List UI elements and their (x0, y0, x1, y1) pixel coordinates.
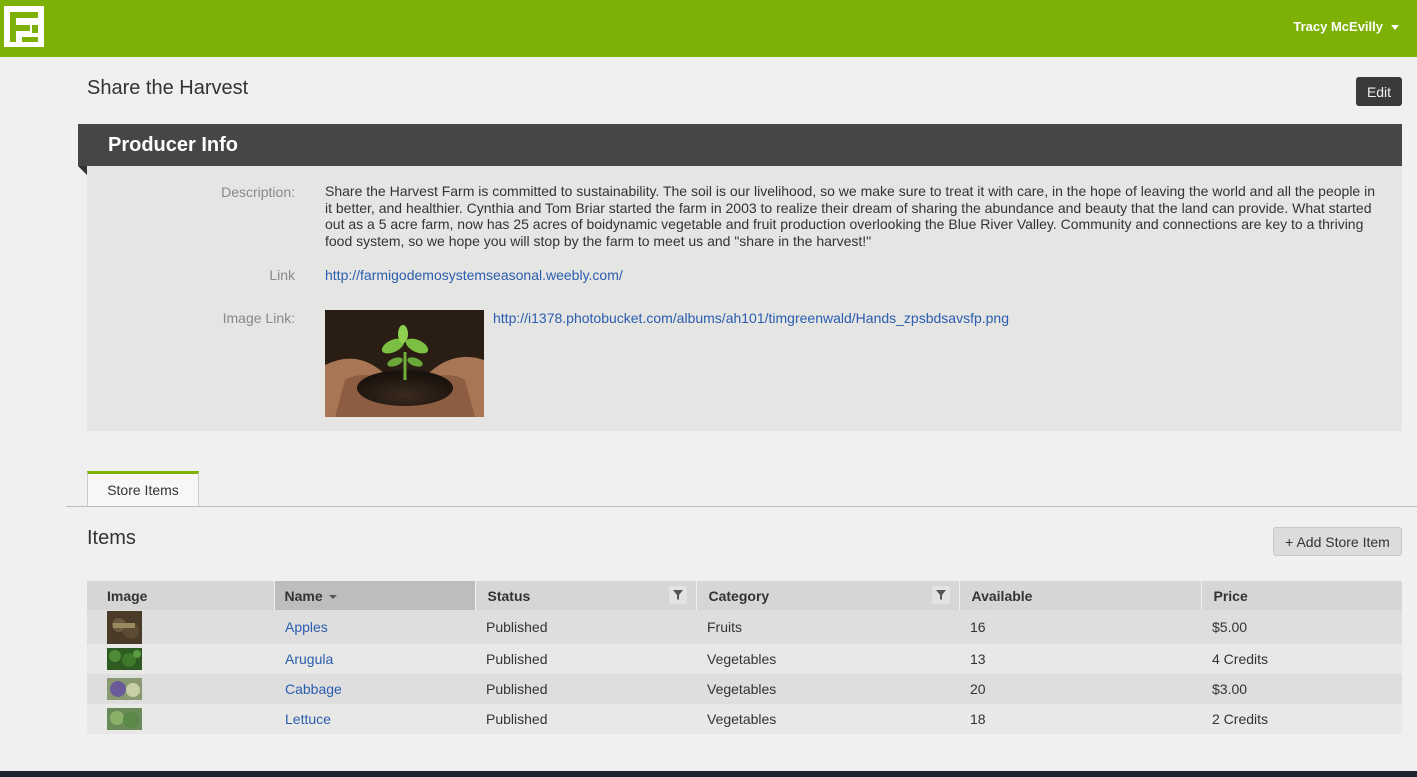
column-header-price[interactable]: Price (1201, 581, 1402, 610)
arugula-thumbnail (107, 648, 142, 670)
column-label: Price (1213, 587, 1248, 604)
item-price: 2 Credits (1201, 704, 1402, 734)
producer-image (325, 310, 484, 417)
farmigo-logo-icon[interactable] (4, 6, 44, 47)
page-title: Share the Harvest (87, 77, 249, 99)
item-status: Published (475, 674, 696, 704)
table-row[interactable]: Arugula Published Vegetables 13 4 Credit… (87, 644, 1402, 674)
column-label: Image (107, 587, 148, 604)
column-label: Category (708, 587, 770, 604)
description-label: Description: (221, 184, 295, 200)
producer-image-link[interactable]: http://i1378.photobucket.com/albums/ah10… (493, 310, 1009, 326)
item-image-cell (87, 644, 274, 674)
item-price: $3.00 (1201, 674, 1402, 704)
producer-info-header: Producer Info (78, 124, 1402, 166)
item-image-cell (87, 610, 274, 644)
item-status: Published (475, 610, 696, 644)
cabbage-thumbnail (107, 678, 142, 700)
item-category: Vegetables (696, 674, 959, 704)
table-row[interactable]: Apples Published Fruits 16 $5.00 (87, 610, 1402, 644)
description-text: Share the Harvest Farm is committed to s… (325, 183, 1376, 249)
user-name: Tracy McEvilly (1293, 19, 1383, 34)
item-name-link[interactable]: Lettuce (285, 711, 331, 727)
item-category: Vegetables (696, 644, 959, 674)
item-name-link[interactable]: Cabbage (285, 681, 342, 697)
item-image-cell (87, 674, 274, 704)
item-name-cell[interactable]: Cabbage (274, 674, 475, 704)
section-title: Producer Info (108, 134, 239, 156)
chevron-down-icon (1391, 25, 1399, 30)
item-category: Fruits (696, 610, 959, 644)
item-name-cell[interactable]: Lettuce (274, 704, 475, 734)
store-items-table: Image Name Status Category Available Pri… (87, 581, 1402, 734)
link-label: Link (269, 267, 295, 283)
item-available: 20 (959, 674, 1201, 704)
producer-info-panel: Description: Share the Harvest Farm is c… (87, 166, 1402, 431)
tab-divider (66, 506, 1417, 507)
item-name-link[interactable]: Apples (285, 619, 328, 635)
column-label: Status (487, 587, 531, 604)
item-name-cell[interactable]: Apples (274, 610, 475, 644)
apples-thumbnail (107, 610, 142, 644)
item-status: Published (475, 644, 696, 674)
column-header-available[interactable]: Available (959, 581, 1202, 610)
table-row[interactable]: Lettuce Published Vegetables 18 2 Credit… (87, 704, 1402, 734)
item-name-cell[interactable]: Arugula (274, 644, 475, 674)
items-title: Items (87, 527, 136, 549)
column-header-name[interactable]: Name (274, 581, 476, 610)
filter-icon[interactable] (668, 586, 687, 604)
column-label: Name (284, 587, 323, 604)
item-image-cell (87, 704, 274, 734)
column-header-category[interactable]: Category (696, 581, 960, 610)
column-header-status[interactable]: Status (475, 581, 697, 610)
sort-desc-icon (328, 594, 337, 599)
item-category: Vegetables (696, 704, 959, 734)
producer-link[interactable]: http://farmigodemosystemseasonal.weebly.… (325, 267, 623, 283)
item-price: $5.00 (1201, 610, 1402, 644)
edit-button[interactable]: Edit (1356, 77, 1402, 106)
item-available: 18 (959, 704, 1201, 734)
table-row[interactable]: Cabbage Published Vegetables 20 $3.00 (87, 674, 1402, 704)
bottom-edge-bar (0, 771, 1417, 777)
tab-store-items[interactable]: Store Items (87, 471, 199, 506)
ribbon-fold (78, 166, 87, 175)
item-name-link[interactable]: Arugula (285, 651, 333, 667)
user-menu[interactable]: Tracy McEvilly (1293, 19, 1399, 34)
item-status: Published (475, 704, 696, 734)
column-header-image[interactable]: Image (87, 581, 275, 610)
column-label: Available (971, 587, 1033, 604)
top-navigation-bar: Tracy McEvilly (0, 0, 1417, 57)
image-link-label: Image Link: (222, 310, 295, 326)
lettuce-thumbnail (107, 708, 142, 730)
item-available: 13 (959, 644, 1201, 674)
add-store-item-button[interactable]: + Add Store Item (1273, 527, 1402, 556)
item-price: 4 Credits (1201, 644, 1402, 674)
item-available: 16 (959, 610, 1201, 644)
filter-icon[interactable] (931, 586, 950, 604)
